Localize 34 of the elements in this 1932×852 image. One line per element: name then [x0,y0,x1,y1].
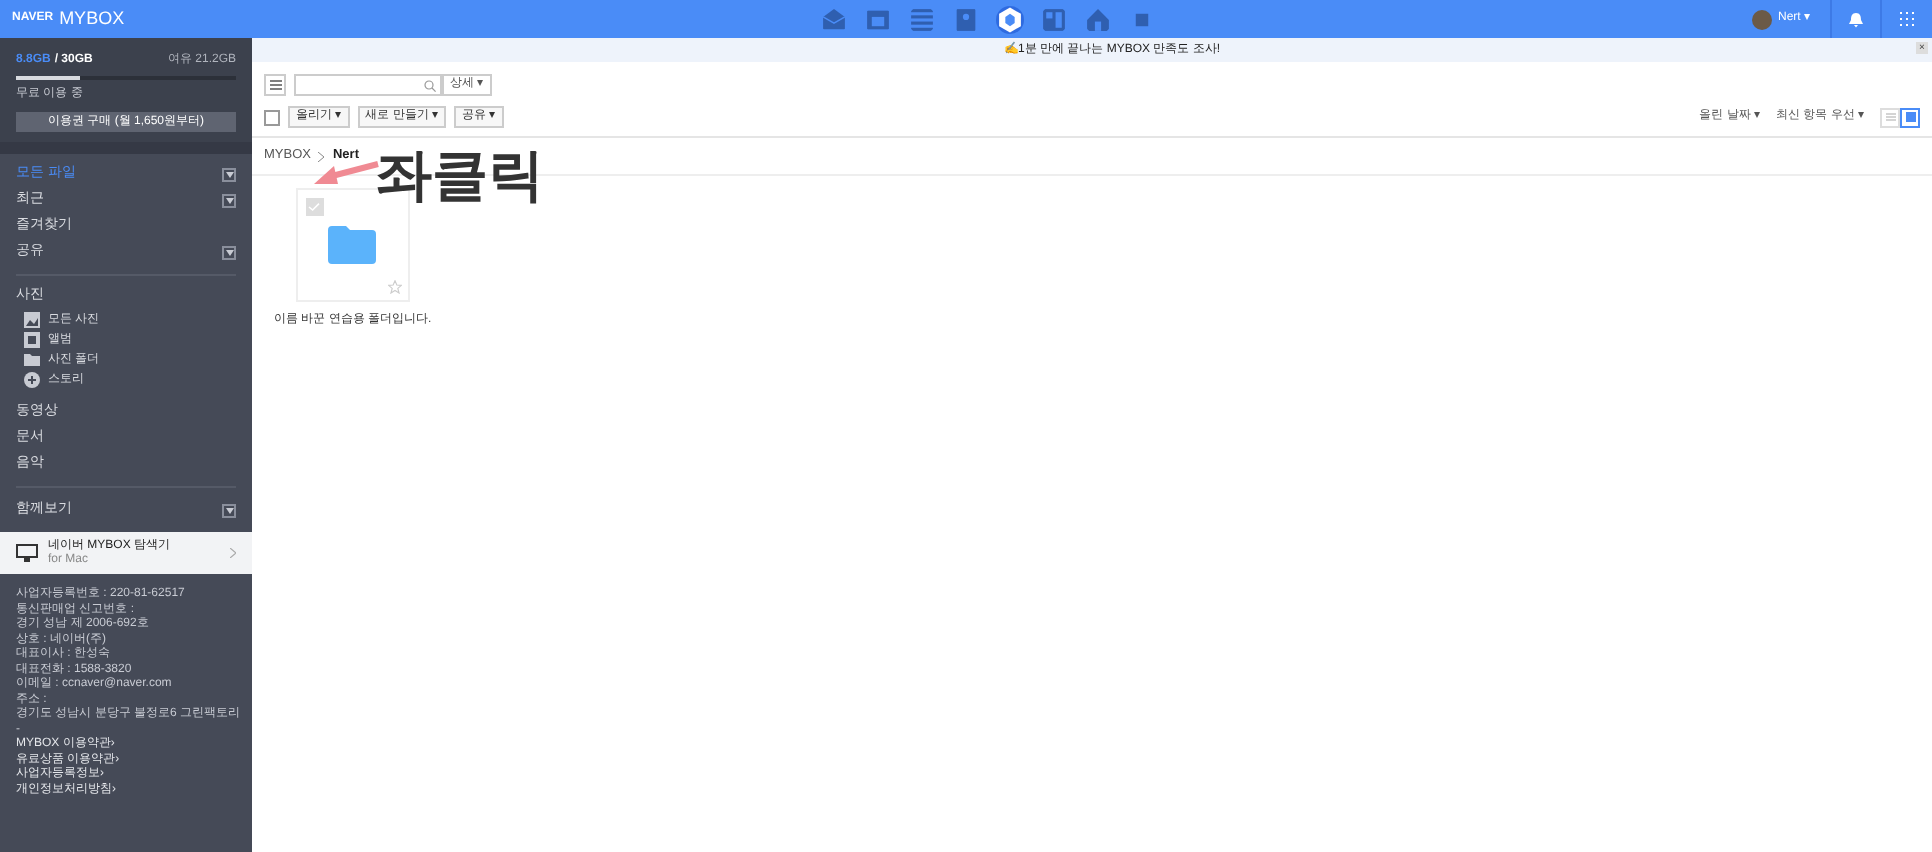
expand-icon[interactable] [222,194,236,208]
annotation-label: 좌클릭 [376,148,544,204]
expand-icon[interactable] [222,246,236,260]
menu-button[interactable] [264,74,286,96]
board-app-icon[interactable] [1040,5,1069,33]
select-all-checkbox[interactable] [264,109,280,125]
expand-icon[interactable] [222,168,236,182]
album-icon [24,332,40,348]
folder-icon [24,352,40,368]
expand-icon[interactable] [222,503,236,517]
bell-icon[interactable] [1848,11,1864,27]
story-icon [24,372,40,388]
check-icon [308,202,321,212]
contacts-app-icon[interactable] [952,5,981,33]
star-icon[interactable] [387,280,402,294]
mail-app-icon[interactable] [820,5,849,33]
home-app-icon[interactable] [1084,5,1113,33]
avatar[interactable] [1751,9,1772,29]
grid-icon [1905,112,1915,122]
chevron-right-icon [318,151,325,161]
menu-icon [269,80,281,90]
folder-icon [328,226,377,264]
list-icon [1885,112,1895,122]
chevron-right-icon [230,548,236,558]
list-view-button[interactable] [1880,107,1900,127]
grid-view-button[interactable] [1900,107,1920,127]
search-field[interactable] [294,74,442,96]
monitor-icon [16,544,38,562]
image-icon [24,312,40,328]
calendar-app-icon[interactable] [864,5,893,33]
list-app-icon[interactable] [908,5,937,33]
file-checkbox[interactable] [305,198,324,216]
search-icon [424,79,436,91]
cube-app-icon[interactable] [996,5,1025,33]
